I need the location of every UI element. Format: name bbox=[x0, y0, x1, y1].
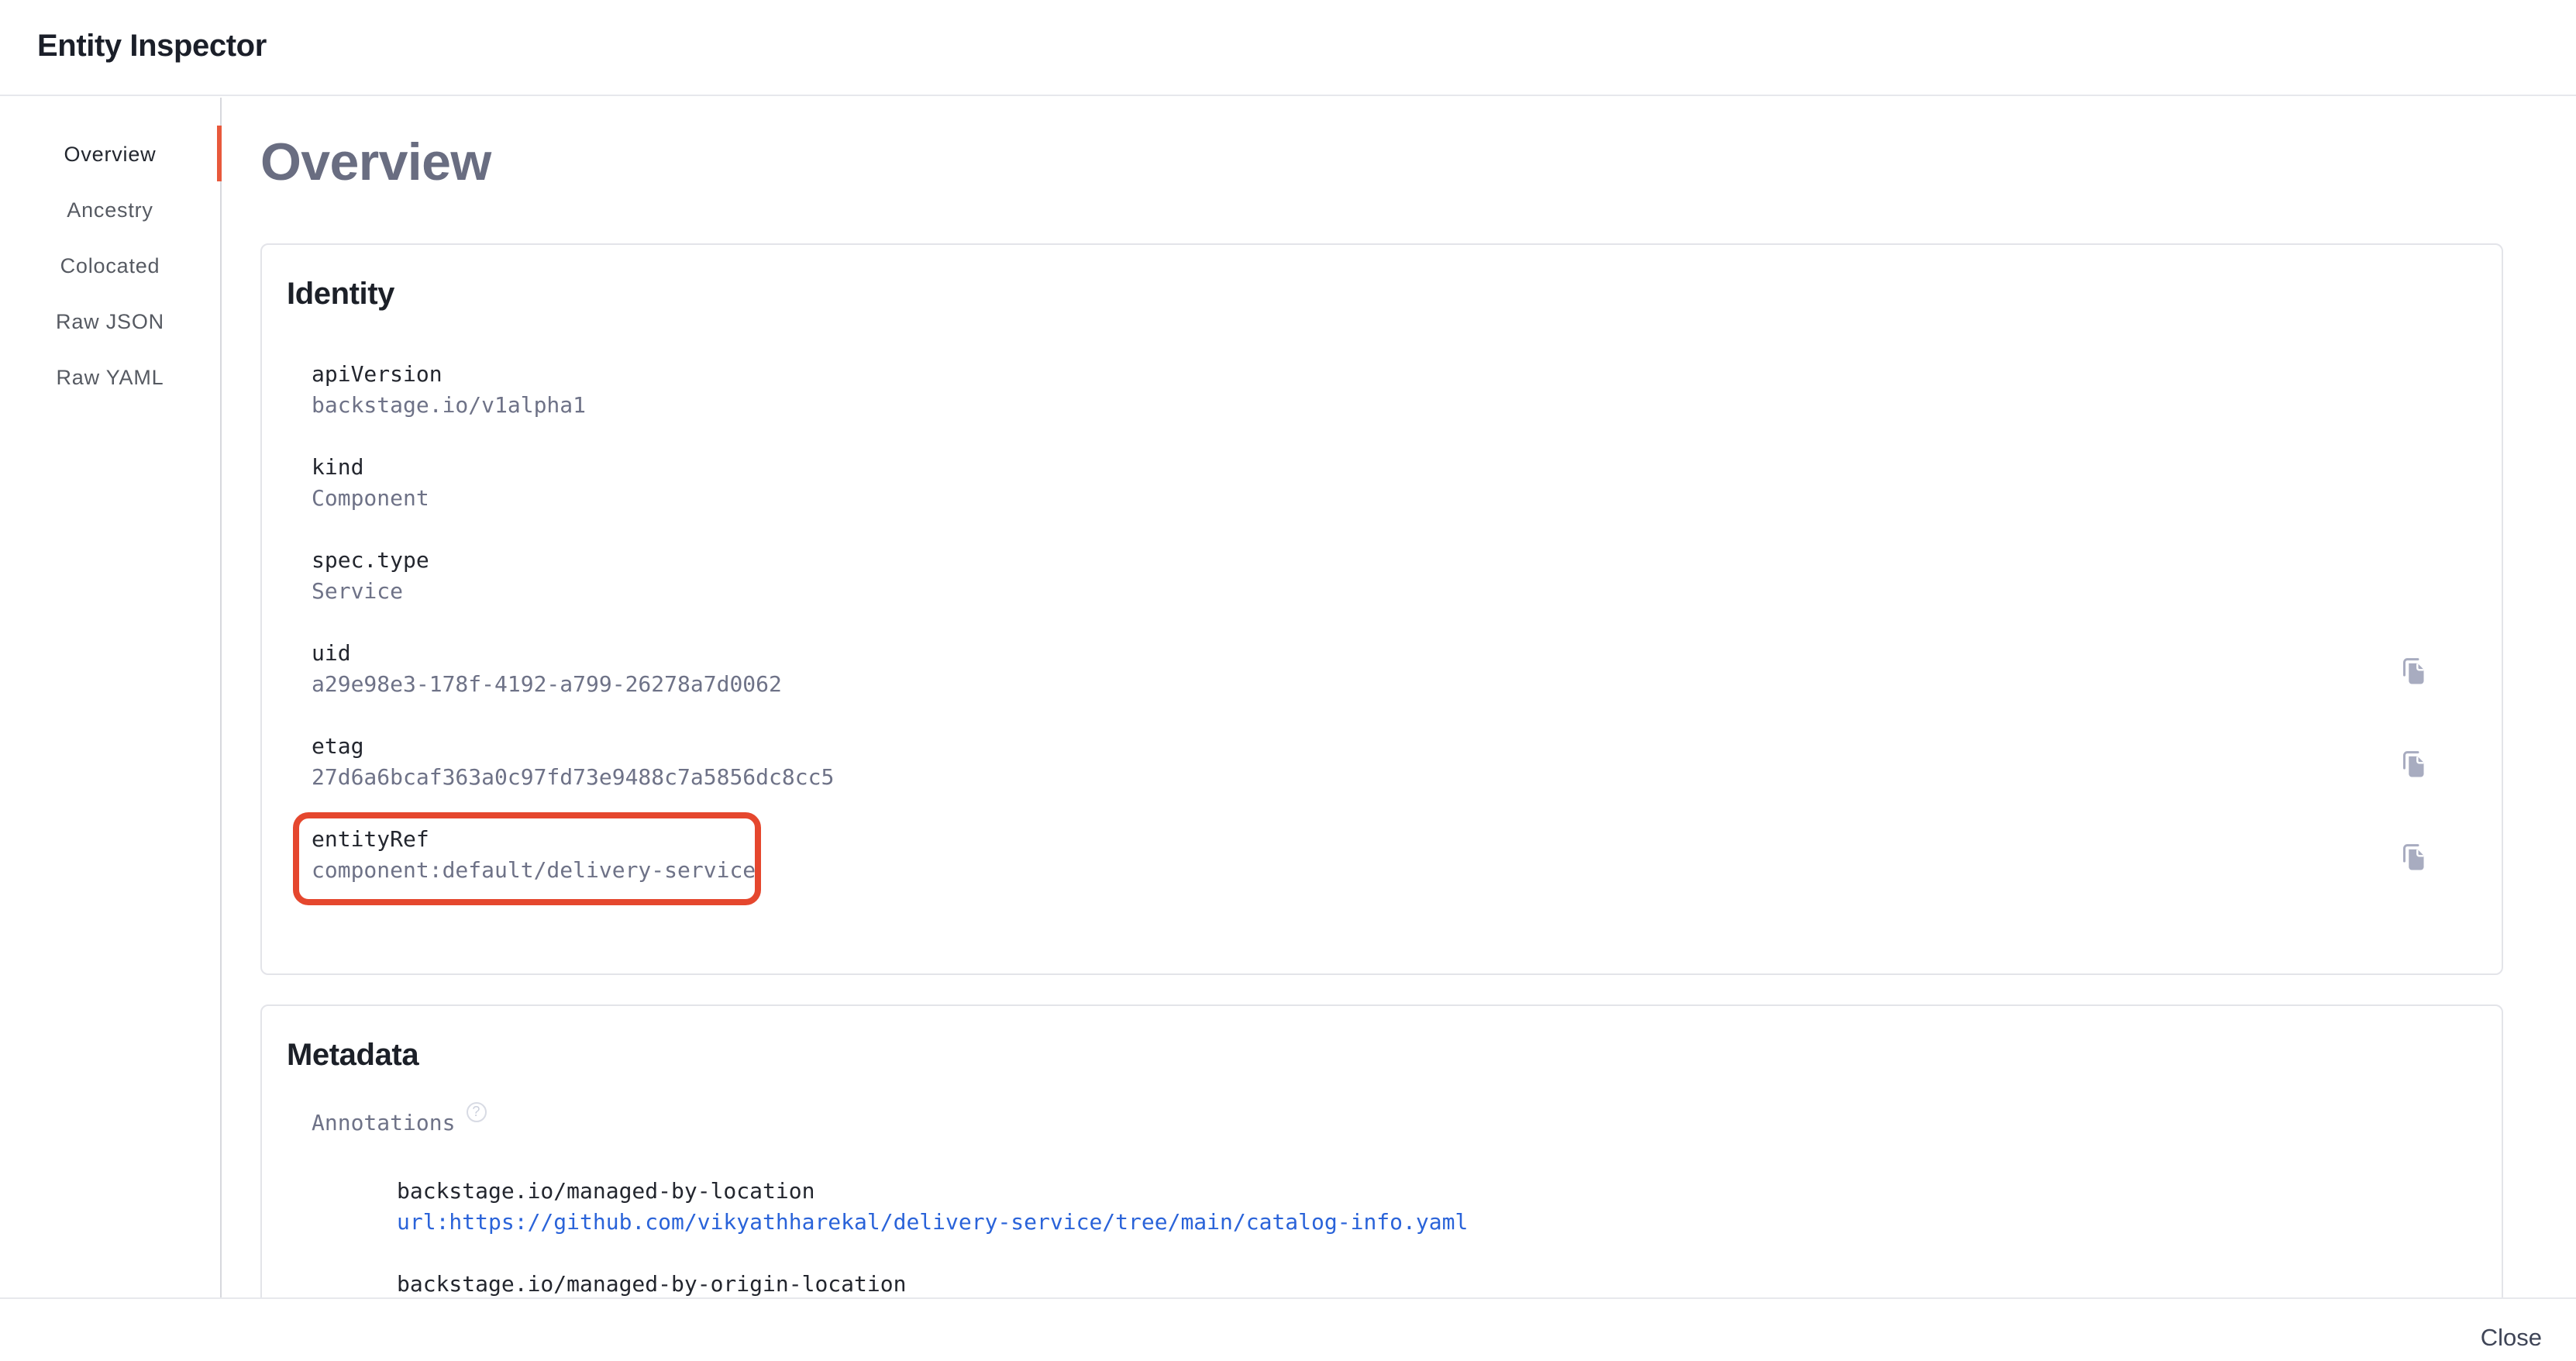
copy-icon bbox=[2396, 653, 2430, 686]
copy-etag-button[interactable] bbox=[2396, 746, 2430, 780]
annotation-managed-by-origin-location: backstage.io/managed-by-origin-location … bbox=[397, 1270, 2430, 1297]
field-kind: kind Component bbox=[312, 453, 2430, 515]
annotations-label: Annotations bbox=[312, 1108, 455, 1139]
tab-raw-json[interactable]: Raw JSON bbox=[0, 293, 220, 349]
copy-uid-button[interactable] bbox=[2396, 653, 2430, 687]
tab-overview[interactable]: Overview bbox=[0, 126, 220, 181]
annotation-key: backstage.io/managed-by-origin-location bbox=[397, 1270, 2430, 1297]
annotations-list: backstage.io/managed-by-location url:htt… bbox=[397, 1177, 2430, 1297]
close-button[interactable]: Close bbox=[2468, 1319, 2554, 1359]
field-label: spec.type bbox=[312, 546, 429, 577]
identity-fields: apiVersion backstage.io/v1alpha1 kind Co… bbox=[312, 360, 2430, 887]
identity-card: Identity apiVersion backstage.io/v1alpha… bbox=[260, 243, 2503, 975]
field-apiversion: apiVersion backstage.io/v1alpha1 bbox=[312, 360, 2430, 422]
metadata-card: Metadata Annotations ? backstage.io/mana… bbox=[260, 1004, 2503, 1297]
tab-ancestry[interactable]: Ancestry bbox=[0, 181, 220, 237]
sidebar-tabs: Overview Ancestry Colocated Raw JSON Raw… bbox=[0, 98, 222, 1297]
field-label: uid bbox=[312, 639, 782, 670]
field-value: backstage.io/v1alpha1 bbox=[312, 391, 586, 422]
field-value: 27d6a6bcaf363a0c97fd73e9488c7a5856dc8cc5 bbox=[312, 763, 834, 794]
page-title: Overview bbox=[260, 129, 2503, 197]
metadata-card-title: Metadata bbox=[287, 1037, 2430, 1074]
tab-label: Raw JSON bbox=[56, 309, 164, 332]
field-uid: uid a29e98e3-178f-4192-a799-26278a7d0062 bbox=[312, 639, 2430, 701]
dialog-footer: Close bbox=[0, 1297, 2576, 1361]
tab-label: Colocated bbox=[60, 253, 160, 277]
field-label: etag bbox=[312, 732, 834, 763]
tab-label: Overview bbox=[64, 142, 157, 165]
annotations-section: Annotations ? bbox=[312, 1108, 2430, 1139]
tab-panel-overview: Overview Identity apiVersion backstage.i… bbox=[223, 98, 2576, 1297]
field-value: a29e98e3-178f-4192-a799-26278a7d0062 bbox=[312, 670, 782, 701]
tab-raw-yaml[interactable]: Raw YAML bbox=[0, 349, 220, 405]
copy-icon bbox=[2396, 746, 2430, 779]
field-value: component:default/delivery-service bbox=[312, 856, 756, 887]
field-label: kind bbox=[312, 453, 429, 484]
copy-icon bbox=[2396, 839, 2430, 872]
annotation-value-link[interactable]: url:https://github.com/vikyathharekal/de… bbox=[397, 1208, 1468, 1239]
copy-entityref-button[interactable] bbox=[2396, 839, 2430, 873]
field-label: entityRef bbox=[312, 825, 756, 856]
dialog-title: Entity Inspector bbox=[37, 29, 267, 65]
field-entityref: entityRef component:default/delivery-ser… bbox=[312, 825, 2430, 887]
tab-colocated[interactable]: Colocated bbox=[0, 237, 220, 293]
field-label: apiVersion bbox=[312, 360, 586, 391]
entity-inspector-dialog: Entity Inspector Overview Ancestry Coloc… bbox=[0, 0, 2576, 1361]
dialog-header: Entity Inspector bbox=[0, 0, 2576, 96]
field-value: Service bbox=[312, 577, 429, 608]
tab-label: Raw YAML bbox=[57, 365, 164, 388]
help-icon[interactable]: ? bbox=[466, 1102, 486, 1122]
identity-card-title: Identity bbox=[287, 276, 2430, 313]
tab-label: Ancestry bbox=[67, 198, 153, 221]
annotation-key: backstage.io/managed-by-location bbox=[397, 1177, 2430, 1208]
field-spec-type: spec.type Service bbox=[312, 546, 2430, 608]
field-etag: etag 27d6a6bcaf363a0c97fd73e9488c7a5856d… bbox=[312, 732, 2430, 794]
annotation-managed-by-location: backstage.io/managed-by-location url:htt… bbox=[397, 1177, 2430, 1239]
field-value: Component bbox=[312, 484, 429, 515]
active-tab-indicator bbox=[217, 126, 222, 181]
